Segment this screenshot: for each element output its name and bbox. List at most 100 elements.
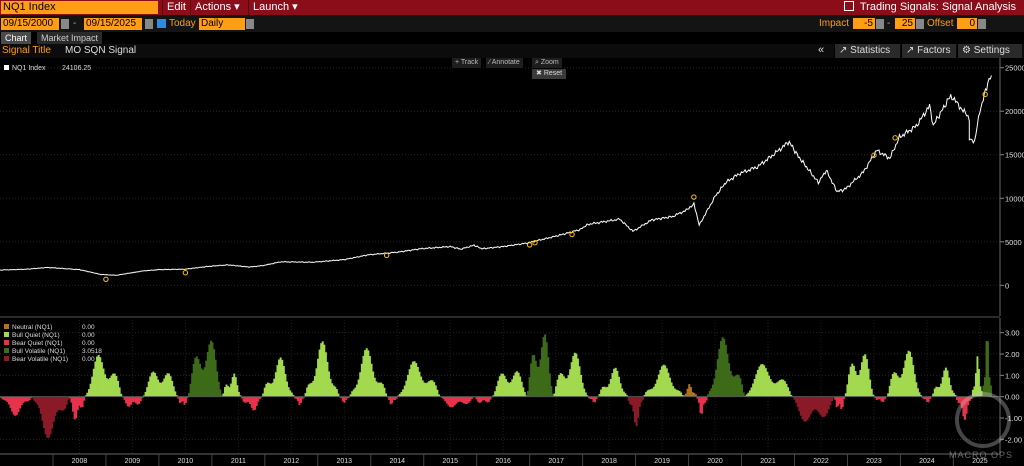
x-tick-label: 2013	[336, 458, 352, 465]
popout-icon[interactable]	[843, 1, 854, 11]
x-tick-label: 2009	[125, 458, 141, 465]
impact-separator: -	[887, 18, 891, 29]
x-tick-label: 2019	[654, 458, 670, 465]
statistics-label: Statistics	[850, 45, 891, 56]
app-title-text: Trading Signals: Signal Analysis	[859, 1, 1016, 13]
x-tick-label: 2012	[284, 458, 300, 465]
x-tick-label: 2017	[548, 458, 564, 465]
y-tick-label: 25000	[1005, 64, 1024, 73]
x-tick-label: 2010	[178, 458, 194, 465]
settings-label: Settings	[973, 45, 1010, 56]
y-tick-label: 2.00	[1005, 350, 1020, 359]
y-tick-label: 20000	[1005, 107, 1024, 116]
annotate-tool[interactable]: ⁄ Annotate	[486, 58, 523, 68]
legend-swatch	[4, 348, 9, 353]
x-tick-label: 2011	[231, 458, 246, 465]
x-tick-label: 2022	[813, 458, 829, 465]
y-tick-label: 10000	[1005, 194, 1024, 203]
x-tick-label: 2018	[601, 458, 617, 465]
title-bar: NQ1 Index Edit Actions ▾ Launch ▾ Tradin…	[0, 0, 1024, 15]
offset-label: Offset	[927, 18, 954, 29]
settings-button[interactable]: ⚙ Settings	[957, 44, 1022, 58]
controls-bar: 09/15/2000 - 09/15/2025 Today Daily Impa…	[0, 15, 1024, 32]
zoom-label: Zoom	[540, 59, 559, 66]
periodicity-select[interactable]: Daily	[199, 18, 245, 30]
legend-value: 0.00	[82, 356, 95, 363]
today-checkbox[interactable]	[157, 19, 166, 28]
y-tick-label: 0.00	[1005, 393, 1020, 402]
menu-launch[interactable]: Launch ▾	[248, 0, 302, 15]
offset-input[interactable]: 0	[957, 18, 977, 29]
y-tick-label: 15000	[1005, 151, 1024, 160]
x-tick-label: 2021	[760, 458, 776, 465]
watermark-text: MACRO OPS	[949, 450, 1014, 460]
stepper-icon[interactable]	[916, 19, 924, 29]
ticker-input[interactable]: NQ1 Index	[1, 1, 158, 14]
track-label: Track	[460, 59, 479, 66]
stepper-icon[interactable]	[876, 19, 884, 29]
factors-label: Factors	[917, 45, 951, 56]
end-date-field[interactable]: 09/15/2025	[84, 18, 142, 30]
watermark-logo	[955, 392, 1011, 448]
date-separator: -	[73, 18, 77, 29]
x-tick-label: 2016	[495, 458, 511, 465]
legend-label: Bull Volatile (NQ1)	[12, 348, 65, 355]
factors-button[interactable]: ↗ Factors	[901, 44, 956, 58]
chart-icon: ↗	[906, 45, 918, 56]
time-x-axis: 2008 2009 2010 2011 2012 2013 2014 2015 2016 2017…	[0, 453, 1000, 466]
y-tick-label: -2.00	[1005, 435, 1022, 444]
reset-label: Reset	[543, 70, 563, 77]
legend-swatch	[4, 65, 9, 70]
signal-title-label: Signal Title	[2, 45, 51, 56]
x-tick-label: 2014	[389, 458, 405, 465]
y-tick-label: 1.00	[1005, 371, 1020, 380]
legend-swatch	[4, 340, 9, 345]
regime-legend: Neutral (NQ1) 0.00 Bull Quiet (NQ1) 0.00 Bea…	[4, 324, 102, 363]
legend-label: Bear Volatile (NQ1)	[12, 356, 68, 363]
zoom-tool[interactable]: ⌕ Zoom	[532, 58, 562, 68]
x-tick-label: 2015	[442, 458, 458, 465]
calendar-icon[interactable]	[61, 19, 69, 29]
legend-swatch	[4, 324, 9, 329]
calendar-icon[interactable]	[145, 19, 153, 29]
chevron-down-icon[interactable]	[246, 19, 254, 29]
legend-swatch	[4, 356, 9, 361]
legend-value: 0.00	[82, 332, 95, 339]
legend-value: 0.00	[82, 324, 95, 331]
menu-edit[interactable]: Edit	[162, 0, 190, 15]
start-date-field[interactable]: 09/15/2000	[1, 18, 59, 30]
tab-market-impact[interactable]: Market Impact	[37, 32, 103, 44]
regime-bar	[705, 396, 708, 401]
x-tick-label: 2008	[72, 458, 88, 465]
impact-label: Impact	[819, 18, 850, 29]
legend-label: Neutral (NQ1)	[12, 324, 52, 331]
legend-label: NQ1 Index	[12, 65, 46, 72]
chart-area[interactable]: 0500010000150002000025000 -2.00-1.000.00…	[0, 58, 1024, 466]
signal-title-value: MO SQN Signal	[65, 45, 137, 56]
chart-icon: ↗	[839, 45, 851, 56]
stepper-icon[interactable]	[978, 19, 986, 29]
reset-button[interactable]: ✖ Reset	[532, 69, 567, 79]
legend-label: Bull Quiet (NQ1)	[12, 332, 60, 339]
app-title: Trading Signals: Signal Analysis	[843, 0, 1016, 15]
reset-icon: ✖	[536, 70, 544, 77]
impact-low-input[interactable]: -5	[853, 18, 875, 29]
y-tick-label: 5000	[1005, 238, 1022, 247]
tab-chart[interactable]: Chart	[1, 32, 32, 44]
x-tick-label: 2020	[707, 458, 723, 465]
price-y-axis: 0 5000 10000 15000 20000 25000	[999, 58, 1024, 316]
legend-label: Bear Quiet (NQ1)	[12, 340, 63, 347]
gear-icon: ⚙	[962, 45, 974, 56]
collapse-icon[interactable]: «	[818, 44, 824, 56]
x-tick-label: 2024	[919, 458, 935, 465]
tab-bar: Chart Market Impact	[0, 32, 1024, 44]
menu-actions[interactable]: Actions ▾	[190, 0, 244, 15]
y-tick-label: 0	[1005, 281, 1009, 290]
statistics-button[interactable]: ↗ Statistics	[834, 44, 900, 58]
track-tool[interactable]: + Track	[452, 58, 482, 68]
y-tick-label: 3.00	[1005, 329, 1020, 338]
annotate-label: Annotate	[491, 59, 520, 66]
legend-value: 0.00	[82, 340, 95, 347]
impact-high-input[interactable]: 25	[895, 18, 915, 29]
x-tick-label: 2023	[866, 458, 882, 465]
